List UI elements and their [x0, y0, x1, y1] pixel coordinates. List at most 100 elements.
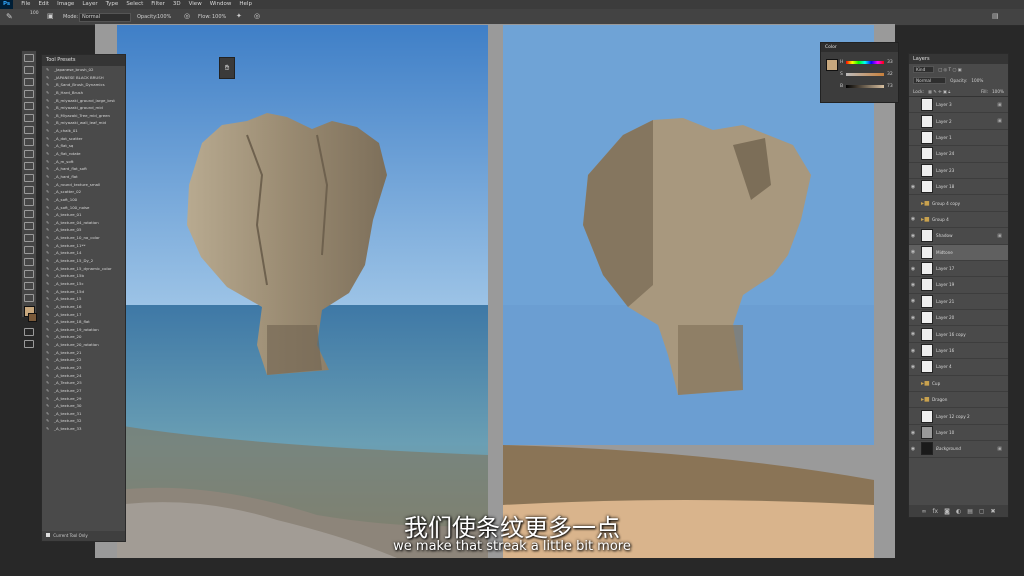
lock-icons[interactable]: ▦ ✎ ✛ ▣ 🔒︎ [928, 89, 950, 94]
visibility-eye-icon[interactable]: ◉ [909, 233, 917, 239]
type-tool-icon[interactable] [24, 234, 34, 242]
flow-value[interactable]: 100% [212, 14, 226, 20]
layer-row[interactable]: Layer 23 [909, 163, 1008, 179]
visibility-eye-icon[interactable]: ◉ [909, 216, 917, 222]
pen-tool-icon[interactable] [24, 222, 34, 230]
h-value[interactable]: 33 [887, 60, 893, 65]
tool-preset-item[interactable]: ✎ _A_texture_17 [42, 311, 125, 319]
menu-type[interactable]: Type [102, 0, 123, 9]
tool-preset-item[interactable]: ✎ _A_texture_24 [42, 372, 125, 380]
tool-preset-item[interactable]: ✎ _A_texture_27 [42, 387, 125, 395]
menu-filter[interactable]: Filter [147, 0, 169, 9]
layer-row[interactable]: ◉ Background ▣ [909, 441, 1008, 458]
menu-view[interactable]: View [185, 0, 206, 9]
menu-image[interactable]: Image [53, 0, 78, 9]
layer-row[interactable]: ◉ Layer 17 [909, 261, 1008, 278]
layer-row[interactable]: ▸■ Dragon [909, 392, 1008, 409]
layer-row[interactable]: ◉ Layer 4 [909, 359, 1008, 376]
tool-preset-item[interactable]: ✎ _JAPANESE BLACK BRUSH [42, 74, 125, 82]
tool-preset-item[interactable]: ✎ _A_dot_scatter [42, 135, 125, 143]
visibility-eye-icon[interactable]: ◉ [909, 364, 917, 370]
layer-row[interactable]: ◉ ▸■ Group 4 [909, 212, 1008, 229]
filter-icons[interactable]: □ ◎ T ▢ ▣ [938, 67, 961, 72]
tool-preset-item[interactable]: ✎ _A_texture_15b [42, 272, 125, 280]
tool-preset-item[interactable]: ✎ _A_hard_flat_soft [42, 165, 125, 173]
layer-row[interactable]: Layer 12 copy 2 [909, 408, 1008, 425]
crop-tool-icon[interactable] [24, 102, 34, 110]
tool-preset-item[interactable]: ✎ _A_texture_15c [42, 280, 125, 288]
layer-row[interactable]: ▸■ Cup [909, 376, 1008, 393]
gradient-tool-icon[interactable] [24, 186, 34, 194]
menu-layer[interactable]: Layer [78, 0, 101, 9]
tool-preset-item[interactable]: ✎ _A_texture_10_no_color [42, 234, 125, 242]
tool-preset-item[interactable]: ✎ _A_texture_15d [42, 288, 125, 296]
brush-panel-icon[interactable]: ▣ [47, 12, 54, 20]
menu-edit[interactable]: Edit [34, 0, 53, 9]
visibility-eye-icon[interactable]: ◉ [909, 348, 917, 354]
tool-preset-item[interactable]: ✎ _A_hard_flat [42, 173, 125, 181]
hue-slider[interactable] [846, 61, 884, 64]
blend-mode-select[interactable]: Normal [913, 77, 947, 84]
tool-preset-item[interactable]: ✎ _A_texture_21 [42, 349, 125, 357]
visibility-eye-icon[interactable]: ◉ [909, 266, 917, 272]
path-select-tool-icon[interactable] [24, 246, 34, 254]
tool-preset-item[interactable]: ✎ _A_texture_33 [42, 425, 125, 433]
tool-preset-item[interactable]: ✎ _A_texture_30 [42, 402, 125, 410]
menu-file[interactable]: File [17, 0, 34, 9]
brush-size-value[interactable]: 100 [30, 11, 39, 16]
brightness-slider[interactable] [846, 85, 884, 88]
tool-preset-item[interactable]: ✎ _A_texture_19_rotation [42, 326, 125, 334]
tool-preset-item[interactable]: ✎ _A_texture_18_flat [42, 318, 125, 326]
healing-tool-icon[interactable] [24, 126, 34, 134]
layer-row[interactable]: ◉ Layer 20 [909, 310, 1008, 327]
b-value[interactable]: 73 [887, 84, 893, 89]
tool-preset-item[interactable]: ✎ _A_texture_14 [42, 249, 125, 257]
tool-preset-item[interactable]: ✎ _A_texture_23 [42, 364, 125, 372]
blur-tool-icon[interactable] [24, 198, 34, 206]
tool-preset-item[interactable]: ✎ _A_flat_rotate [42, 150, 125, 158]
zoom-tool-icon[interactable] [24, 282, 34, 290]
menu-select[interactable]: Select [122, 0, 147, 9]
tool-preset-item[interactable]: ✎ _A_soft_100 [42, 196, 125, 204]
s-value[interactable]: 32 [887, 72, 893, 77]
visibility-eye-icon[interactable]: ◉ [909, 282, 917, 288]
tool-preset-item[interactable]: ✎ _A_texture_16 [42, 303, 125, 311]
menu-window[interactable]: Window [206, 0, 236, 9]
group-folder-icon[interactable]: ▸■ [921, 216, 930, 223]
hand-tool-icon[interactable] [24, 270, 34, 278]
shape-tool-icon[interactable] [24, 258, 34, 266]
tool-preset-item[interactable]: ✎ _B_Hard_Brush [42, 89, 125, 97]
tool-preset-item[interactable]: ✎ _A_texture_04_rotation [42, 219, 125, 227]
layer-row[interactable]: ◉ Shadow ▣ [909, 228, 1008, 245]
brush-tool-icon[interactable]: ✎ [6, 12, 13, 21]
eyedropper-tool-icon[interactable] [24, 114, 34, 122]
tool-preset-item[interactable]: ✎ _B_miyazaki_wall_leaf_mid [42, 119, 125, 127]
tool-preset-item[interactable]: ✎ _A_texture_15_Dy_2 [42, 257, 125, 265]
tool-preset-item[interactable]: ✎ _A_texture_20_rotation [42, 341, 125, 349]
layer-row[interactable]: Layer 1 [909, 130, 1008, 147]
tool-preset-item[interactable]: ✎ _A_Texture_25 [42, 379, 125, 387]
airbrush-icon[interactable]: ✦ [236, 12, 242, 20]
quick-mask-icon[interactable] [24, 328, 34, 336]
quick-select-tool-icon[interactable] [24, 90, 34, 98]
tool-preset-item[interactable]: ✎ _A_texture_11** [42, 242, 125, 250]
layer-row[interactable]: Layer 3 ▣ [909, 97, 1008, 114]
opacity-value[interactable]: 100% [971, 78, 983, 83]
visibility-eye-icon[interactable]: ◉ [909, 331, 917, 337]
layer-row[interactable]: ◉ Layer 10 [909, 425, 1008, 442]
tool-preset-item[interactable]: ✎ _Japanese_brush_02 [42, 66, 125, 74]
menu-help[interactable]: Help [235, 0, 256, 9]
layer-row[interactable]: ◉ Layer 21 [909, 294, 1008, 311]
group-folder-icon[interactable]: ▸■ [921, 396, 930, 403]
foreground-color-swatch[interactable] [826, 59, 838, 71]
pressure-size-icon[interactable]: ◎ [254, 12, 260, 20]
tool-preset-item[interactable]: ✎ _A_texture_15 [42, 295, 125, 303]
history-brush-tool-icon[interactable] [24, 162, 34, 170]
clone-stamp-tool-icon[interactable] [24, 150, 34, 158]
tool-preset-item[interactable]: ✎ _A_soft_100_noise [42, 204, 125, 212]
tool-preset-item[interactable]: ✎ _B_miyazaki_ground_large_brst [42, 97, 125, 105]
tool-preset-item[interactable]: ✎ _A_texture_22 [42, 356, 125, 364]
tool-preset-item[interactable]: ✎ _A_texture_01 [42, 211, 125, 219]
layer-row[interactable]: ◉ Layer 16 [909, 343, 1008, 360]
layer-row[interactable]: ◉ Layer 19 [909, 277, 1008, 294]
